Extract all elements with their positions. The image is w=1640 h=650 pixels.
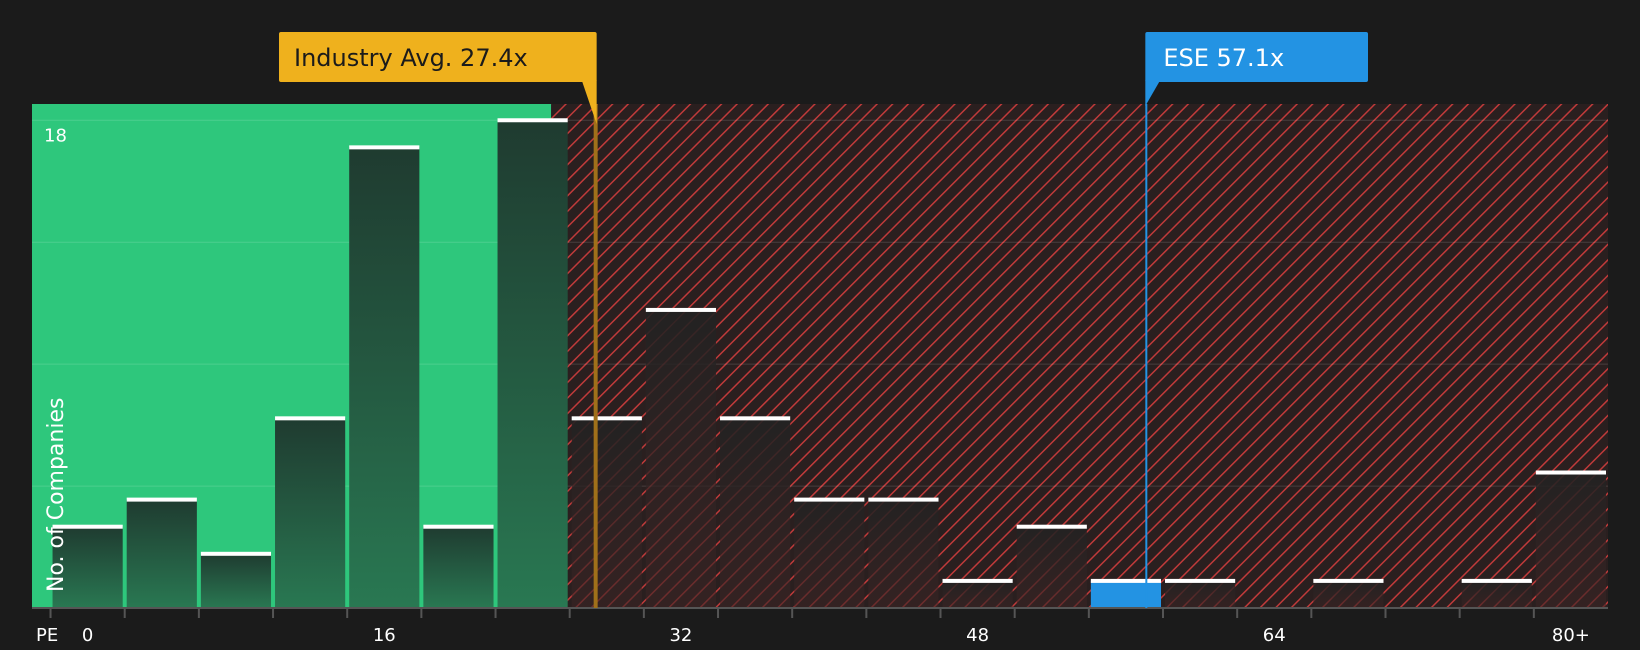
histogram-bar <box>942 580 1013 608</box>
bar-cap <box>1535 470 1606 475</box>
histogram-bar <box>645 309 717 608</box>
histogram-bar <box>1535 472 1606 608</box>
bar-cap <box>275 416 346 421</box>
bar-cap <box>1165 578 1236 583</box>
histogram-bar <box>720 418 791 608</box>
bar-cap <box>126 497 197 502</box>
bar-cap <box>1090 578 1162 583</box>
histogram-bar <box>497 120 568 609</box>
x-axis-title: PE <box>36 625 58 646</box>
histogram-bar <box>1165 580 1236 608</box>
histogram-bar <box>1090 580 1162 608</box>
y-tick-label: 18 <box>44 125 67 146</box>
bar-cap <box>942 578 1013 583</box>
histogram-bar <box>1016 526 1087 608</box>
bar-cap <box>720 416 791 421</box>
histogram-bar <box>1313 580 1384 608</box>
bar-cap <box>571 416 642 421</box>
bar-cap <box>868 497 939 502</box>
company-pe-label: ESE 57.1x <box>1163 44 1284 72</box>
histogram-bar <box>423 526 494 608</box>
x-tick-label: 16 <box>373 625 396 646</box>
x-tick-label: 48 <box>966 625 989 646</box>
x-axis-ticks: 0 16 32 48 64 80+ <box>49 608 1590 646</box>
y-axis-title: No. of Companies <box>44 398 69 592</box>
bar-cap <box>1313 578 1384 583</box>
company-pe-pointer <box>1145 80 1161 106</box>
bar-cap <box>423 524 494 529</box>
x-tick-label: 64 <box>1263 625 1286 646</box>
bar-cap <box>645 307 717 312</box>
bar-cap <box>349 145 420 150</box>
histogram-bar <box>794 499 865 608</box>
histogram-bar <box>126 499 197 608</box>
histogram-bar <box>349 147 420 608</box>
pe-histogram-chart: 0 16 32 48 64 80+ 18 PE No. of Companies Indu… <box>32 32 1608 646</box>
histogram-bar <box>1461 580 1532 608</box>
histogram-bar <box>275 418 346 608</box>
x-tick-label: 32 <box>669 625 692 646</box>
bar-cap <box>1461 578 1532 583</box>
x-tick-label: 0 <box>82 625 93 646</box>
histogram-bar <box>868 499 939 608</box>
x-tick-label: 80+ <box>1552 625 1590 646</box>
bar-cap <box>1016 524 1087 529</box>
histogram-bar <box>571 418 642 608</box>
industry-avg-label: Industry Avg. 27.4x <box>294 44 528 72</box>
bar-cap <box>794 497 865 502</box>
bar-cap <box>497 118 568 123</box>
histogram-bar <box>200 553 272 608</box>
bar-cap <box>200 551 272 556</box>
